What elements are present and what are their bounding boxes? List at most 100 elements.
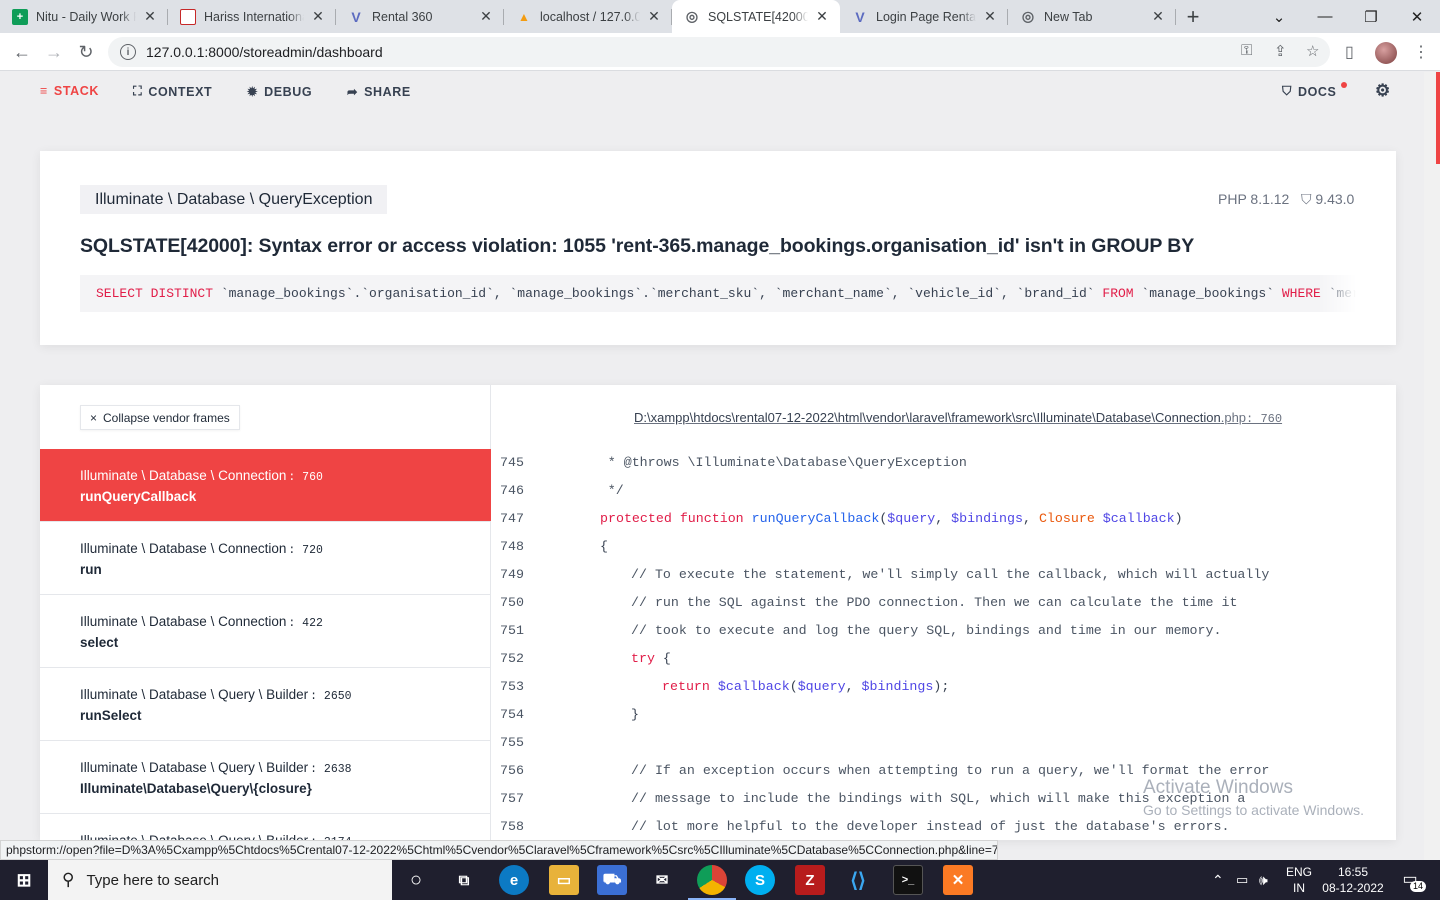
minimize-button[interactable]: — [1302, 0, 1348, 33]
line-number[interactable]: 746 [492, 483, 546, 498]
page-scrollbar[interactable] [1424, 72, 1440, 860]
code-line: 745 * @throws \Illuminate\Database\QueryE… [492, 448, 1396, 476]
browser-tab[interactable]: V Login Page Rental 3 ✕ [840, 0, 1008, 33]
nav-docs[interactable]: ⛉ DOCS [1282, 84, 1337, 99]
collapse-vendor-frames-button[interactable]: × Collapse vendor frames [80, 405, 240, 430]
code-source: // took to execute and log the query SQL… [546, 623, 1221, 638]
browser-tab[interactable]: ◎ New Tab ✕ [1008, 0, 1176, 33]
mail-icon[interactable]: ✉ [647, 865, 677, 895]
stack-frame[interactable]: Illuminate \ Database \ Query \ Builder:… [40, 668, 491, 741]
tab-close-icon[interactable]: ✕ [478, 8, 494, 25]
frame-line: : 2650 [310, 690, 352, 703]
profile-avatar[interactable] [1375, 42, 1397, 64]
share-page-icon[interactable]: ⇪ [1274, 42, 1287, 60]
filezilla-icon[interactable]: Z [795, 865, 825, 895]
notification-center-icon[interactable]: ▭ [1398, 860, 1422, 900]
tab-search-icon[interactable]: ⌄ [1256, 0, 1302, 33]
tab-close-icon[interactable]: ✕ [814, 8, 830, 25]
address-bar[interactable]: i 127.0.0.1:8000/storeadmin/dashboard ⚿ … [108, 37, 1330, 67]
back-icon[interactable]: ← [8, 39, 36, 65]
browser-tab[interactable]: ◎ SQLSTATE[42000]: S ✕ [672, 0, 840, 33]
new-tab-button[interactable]: + [1176, 0, 1210, 33]
line-number[interactable]: 756 [492, 763, 546, 778]
code-token: , [1022, 510, 1039, 526]
tab-close-icon[interactable]: ✕ [142, 8, 158, 25]
line-number[interactable]: 758 [492, 819, 546, 834]
restore-button[interactable]: ❐ [1348, 0, 1394, 33]
browser-tab[interactable]: Hariss International ✕ [168, 0, 336, 33]
settings-gear-icon[interactable]: ⚙ [1375, 81, 1391, 101]
xampp-icon[interactable]: ✕ [943, 865, 973, 895]
rental-icon: V [351, 8, 361, 25]
frame-line: : 2638 [310, 763, 352, 776]
frame-class: Illuminate \ Database \ Query \ Builder [80, 687, 309, 702]
collapse-label: Collapse vendor frames [103, 410, 230, 425]
scrollbar-thumb[interactable] [1436, 72, 1440, 164]
line-number[interactable]: 755 [492, 735, 546, 750]
stack-frame[interactable]: Illuminate \ Database \ Query \ Builder:… [40, 741, 491, 814]
line-number[interactable]: 750 [492, 595, 546, 610]
sql-query[interactable]: SELECT DISTINCT `manage_bookings`.`organ… [80, 275, 1356, 312]
tab-close-icon[interactable]: ✕ [982, 8, 998, 25]
frame-location: Illuminate \ Database \ Query \ Builder:… [80, 687, 451, 703]
nav-context[interactable]: ⛶ CONTEXT [133, 84, 212, 99]
stack-frame[interactable]: Illuminate \ Database \ Connection: 422 s… [40, 595, 491, 668]
share-icon: ➦ [347, 85, 359, 99]
browser-tab[interactable]: + Nitu - Daily Work R ✕ [0, 0, 168, 33]
file-path-link[interactable]: D:\xampp\htdocs\rental07-12-2022\html\ve… [634, 410, 1282, 426]
forward-icon[interactable]: → [40, 39, 68, 65]
windows-start-icon[interactable]: ⊞ [9, 865, 39, 895]
close-window-button[interactable]: ✕ [1394, 0, 1440, 33]
line-number[interactable]: 753 [492, 679, 546, 694]
rental-icon: V [855, 8, 865, 25]
side-panel-icon[interactable]: ▯ [1345, 42, 1354, 62]
taskbar-search[interactable]: ⚲ Type here to search [48, 860, 392, 900]
chrome-taskbar-icon[interactable] [688, 865, 736, 900]
stack-frame[interactable]: Illuminate \ Database \ Connection: 720 r… [40, 522, 491, 595]
line-number[interactable]: 757 [492, 791, 546, 806]
line-number[interactable]: 745 [492, 455, 546, 470]
volume-icon[interactable]: 🕪 [1259, 860, 1268, 900]
nav-share[interactable]: ➦ SHARE [347, 84, 411, 100]
browser-tab[interactable]: ▲ localhost / 127.0.0. ✕ [504, 0, 672, 33]
line-number[interactable]: 749 [492, 567, 546, 582]
code-line: 747 protected function runQueryCallback($… [492, 504, 1396, 532]
line-number[interactable]: 748 [492, 539, 546, 554]
code-line: 748 { [492, 532, 1396, 560]
stack-frame[interactable]: Illuminate \ Database \ Connection: 760 r… [40, 449, 491, 522]
code-source: // run the SQL against the PDO connectio… [546, 595, 1237, 610]
network-icon[interactable]: ▭ [1236, 860, 1248, 900]
tab-close-icon[interactable]: ✕ [310, 8, 326, 25]
language-indicator[interactable]: ENG IN [1286, 860, 1312, 900]
tray-chevron-icon[interactable]: ⌃ [1212, 860, 1224, 900]
bookmark-star-icon[interactable]: ☆ [1306, 42, 1319, 60]
code-source: try { [546, 651, 671, 666]
nav-debug[interactable]: ✹ DEBUG [247, 84, 312, 100]
line-number[interactable]: 751 [492, 623, 546, 638]
activate-windows-title: Activate Windows [1143, 777, 1293, 798]
edge-icon[interactable]: e [499, 865, 529, 895]
tab-close-icon[interactable]: ✕ [646, 8, 662, 25]
tab-close-icon[interactable]: ✕ [1150, 8, 1166, 25]
file-explorer-icon[interactable]: ▭ [549, 865, 579, 895]
vscode-icon[interactable]: ⟨⟩ [843, 865, 873, 895]
task-view-icon[interactable]: ⧉ [449, 865, 479, 895]
line-number[interactable]: 747 [492, 511, 546, 526]
line-number[interactable]: 752 [492, 651, 546, 666]
frame-location: Illuminate \ Database \ Connection: 422 [80, 614, 451, 630]
skype-icon[interactable]: S [745, 865, 775, 895]
menu-dots-icon[interactable]: ⋮ [1413, 42, 1429, 62]
nav-stack[interactable]: ≡ STACK [40, 84, 99, 98]
site-info-icon[interactable]: i [120, 44, 136, 60]
code-token: $bindings [951, 510, 1023, 526]
cortana-icon[interactable]: ○ [401, 865, 431, 895]
browser-tab[interactable]: V Rental 360 ✕ [336, 0, 504, 33]
store-icon[interactable]: ⛟ [597, 865, 627, 895]
sql-keyword: FROM [1102, 286, 1134, 301]
clock[interactable]: 16:55 08-12-2022 [1322, 860, 1384, 900]
terminal-icon[interactable]: >_ [893, 865, 923, 895]
line-number[interactable]: 754 [492, 707, 546, 722]
reload-icon[interactable]: ↻ [72, 39, 100, 65]
key-icon[interactable]: ⚿ [1241, 42, 1252, 59]
